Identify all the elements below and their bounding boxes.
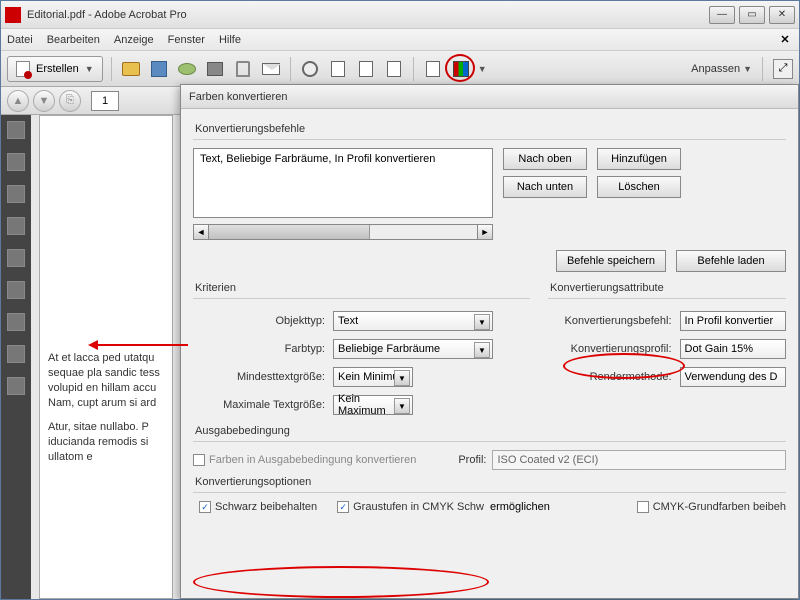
render-combo[interactable]: Verwendung des D bbox=[680, 367, 786, 387]
doc-tool-icon[interactable] bbox=[327, 58, 349, 80]
main-toolbar: Erstellen ▼ ▼ Anpassen▼ ⤢ bbox=[1, 51, 799, 87]
chevron-down-icon: ▼ bbox=[85, 64, 94, 74]
convert-colors-dialog: Farben konvertieren Konvertierungsbefehl… bbox=[180, 84, 799, 599]
open-icon[interactable] bbox=[120, 58, 142, 80]
save-commands-button[interactable]: Befehle speichern bbox=[556, 250, 666, 272]
farbtyp-combo[interactable]: Beliebige Farbräume▼ bbox=[333, 339, 493, 359]
farbtyp-label: Farbtyp: bbox=[193, 343, 325, 355]
move-up-button[interactable]: Nach oben bbox=[503, 148, 587, 170]
doc-close-icon[interactable]: ✕ bbox=[777, 32, 793, 48]
tags-panel-icon[interactable] bbox=[7, 377, 25, 395]
convert-colors-icon[interactable] bbox=[450, 58, 472, 80]
pages-panel-icon[interactable] bbox=[7, 121, 25, 139]
tool-panel-icon[interactable] bbox=[7, 281, 25, 299]
gear-icon[interactable] bbox=[299, 58, 321, 80]
menu-view[interactable]: Anzeige bbox=[114, 34, 154, 46]
options-label: Konvertierungsoptionen bbox=[195, 476, 786, 488]
output-convert-checkbox[interactable]: Farben in Ausgabebedingung konvertieren bbox=[193, 454, 416, 466]
doc-tool2-icon[interactable] bbox=[355, 58, 377, 80]
expand-icon[interactable]: ⤢ bbox=[773, 59, 793, 79]
cloud-icon[interactable] bbox=[176, 58, 198, 80]
maxtext-combo[interactable]: Kein Maximum▼ bbox=[333, 395, 413, 415]
clip-icon[interactable] bbox=[232, 58, 254, 80]
print-icon[interactable] bbox=[204, 58, 226, 80]
create-label: Erstellen bbox=[36, 63, 79, 75]
profile-combo[interactable]: Dot Gain 15% bbox=[680, 339, 786, 359]
commands-group-label: Konvertierungsbefehle bbox=[195, 123, 786, 135]
commands-list[interactable]: Text, Beliebige Farbräume, In Profil kon… bbox=[193, 148, 493, 218]
cmd-attr-combo[interactable]: In Profil konvertier bbox=[680, 311, 786, 331]
add-button[interactable]: Hinzufügen bbox=[597, 148, 681, 170]
close-button[interactable]: ✕ bbox=[769, 6, 795, 24]
command-item[interactable]: Text, Beliebige Farbräume, In Profil kon… bbox=[200, 153, 435, 165]
criteria-label: Kriterien bbox=[195, 282, 530, 294]
signatures-panel-icon[interactable] bbox=[7, 185, 25, 203]
doc-paragraph: At et lacca ped utatqu sequae pla sandic… bbox=[48, 351, 164, 410]
load-commands-button[interactable]: Befehle laden bbox=[676, 250, 786, 272]
maxtext-label: Maximale Textgröße: bbox=[193, 399, 325, 411]
minimize-button[interactable]: — bbox=[709, 6, 735, 24]
chevron-down-icon[interactable]: ▼ bbox=[478, 64, 487, 74]
document-view[interactable]: At et lacca ped utatqu sequae pla sandic… bbox=[31, 115, 181, 599]
profile-label: Konvertierungsprofil: bbox=[548, 343, 672, 355]
scroll-right-icon[interactable]: ► bbox=[477, 224, 493, 240]
create-button[interactable]: Erstellen ▼ bbox=[7, 56, 103, 82]
page-up-icon[interactable]: ▲ bbox=[7, 90, 29, 112]
menubar: Datei Bearbeiten Anzeige Fenster Hilfe ✕ bbox=[1, 29, 799, 51]
objekttyp-label: Objekttyp: bbox=[193, 315, 325, 327]
attachments-panel-icon[interactable] bbox=[7, 217, 25, 235]
commands-hscrollbar[interactable]: ◄ ► bbox=[193, 224, 493, 240]
dialog-title: Farben konvertieren bbox=[181, 85, 798, 109]
menu-edit[interactable]: Bearbeiten bbox=[47, 34, 100, 46]
output-profile-label: Profil: bbox=[458, 454, 486, 466]
window-title: Editorial.pdf - Adobe Acrobat Pro bbox=[27, 9, 709, 21]
bookmarks-panel-icon[interactable] bbox=[7, 153, 25, 171]
menu-help[interactable]: Hilfe bbox=[219, 34, 241, 46]
page-down-icon[interactable]: ▼ bbox=[33, 90, 55, 112]
layers-panel-icon[interactable] bbox=[7, 249, 25, 267]
annotation-circle bbox=[445, 54, 475, 82]
render-label: Rendermethode: bbox=[548, 371, 672, 383]
page-number-input[interactable] bbox=[91, 91, 119, 111]
attributes-label: Konvertierungsattribute bbox=[550, 282, 786, 294]
cmd-attr-label: Konvertierungsbefehl: bbox=[548, 315, 672, 327]
create-icon bbox=[16, 61, 30, 77]
sidebar bbox=[1, 115, 31, 599]
option-tail-text: ermöglichen bbox=[490, 501, 550, 513]
menu-file[interactable]: Datei bbox=[7, 34, 33, 46]
doc-tool3-icon[interactable] bbox=[383, 58, 405, 80]
cmyk-primaries-checkbox[interactable]: CMYK-Grundfarben beibeh bbox=[637, 501, 786, 513]
output-label: Ausgabebedingung bbox=[195, 425, 786, 437]
tool-panel2-icon[interactable] bbox=[7, 313, 25, 331]
preserve-black-checkbox[interactable]: ✓Schwarz beibehalten bbox=[199, 501, 317, 513]
save-icon[interactable] bbox=[148, 58, 170, 80]
mintext-combo[interactable]: Kein Minimum▼ bbox=[333, 367, 413, 387]
page-input-icon[interactable]: ⎘ bbox=[59, 90, 81, 112]
objekttyp-combo[interactable]: Text▼ bbox=[333, 311, 493, 331]
move-down-button[interactable]: Nach unten bbox=[503, 176, 587, 198]
grayscale-cmyk-checkbox[interactable]: ✓Graustufen in CMYK Schw bbox=[337, 501, 484, 513]
titlebar: Editorial.pdf - Adobe Acrobat Pro — ▭ ✕ bbox=[1, 1, 799, 29]
doc-paragraph: Atur, sitae nullabo. P iducianda remodis… bbox=[48, 420, 164, 465]
customize-button[interactable]: Anpassen▼ bbox=[691, 63, 752, 75]
tool-panel3-icon[interactable] bbox=[7, 345, 25, 363]
doc-tool4-icon[interactable] bbox=[422, 58, 444, 80]
maximize-button[interactable]: ▭ bbox=[739, 6, 765, 24]
app-icon bbox=[5, 7, 21, 23]
delete-button[interactable]: Löschen bbox=[597, 176, 681, 198]
output-profile-field: ISO Coated v2 (ECI) bbox=[492, 450, 786, 470]
menu-window[interactable]: Fenster bbox=[168, 34, 205, 46]
scroll-left-icon[interactable]: ◄ bbox=[193, 224, 209, 240]
mintext-label: Mindesttextgröße: bbox=[193, 371, 325, 383]
mail-icon[interactable] bbox=[260, 58, 282, 80]
